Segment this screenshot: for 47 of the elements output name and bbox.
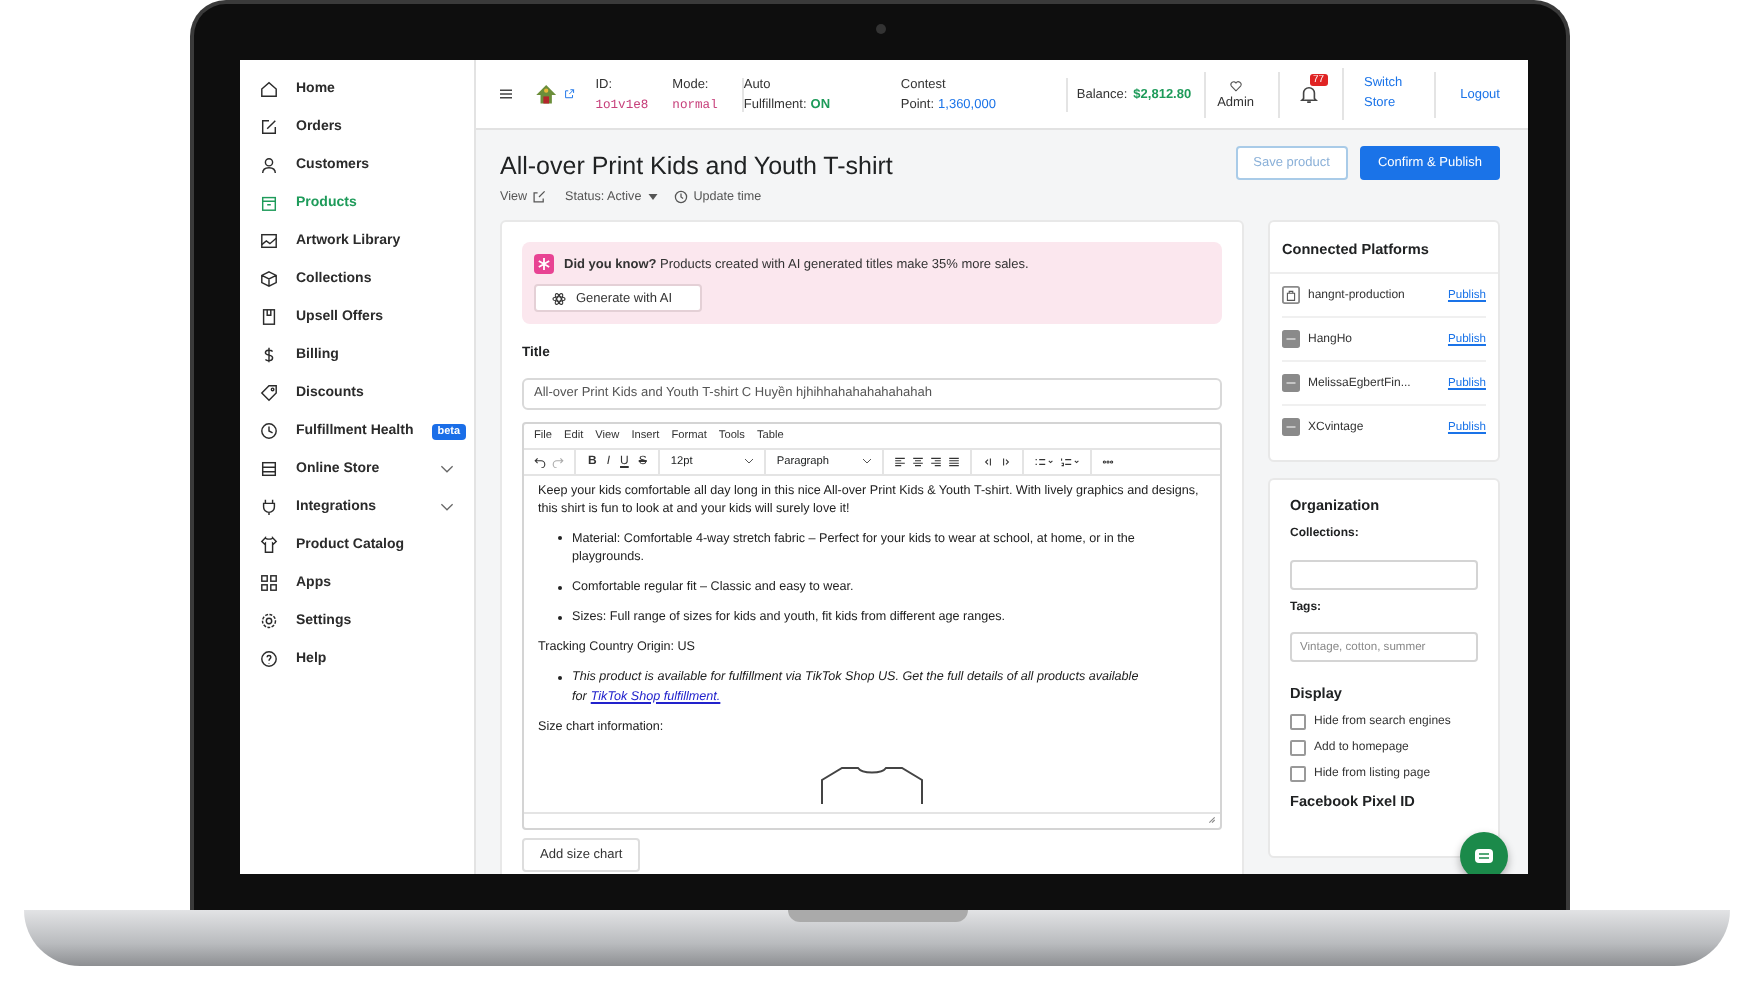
settings-icon xyxy=(260,612,278,630)
numbered-list-icon[interactable] xyxy=(1060,455,1081,467)
page-title: All-over Print Kids and Youth T-shirt xyxy=(500,152,893,180)
home-icon xyxy=(260,80,278,98)
help-icon xyxy=(260,650,278,668)
bullet-list-icon[interactable] xyxy=(1034,455,1055,467)
cube-icon xyxy=(260,270,278,288)
undo-icon[interactable] xyxy=(534,455,546,467)
checkbox[interactable] xyxy=(1290,714,1306,730)
clipboard-icon xyxy=(260,308,278,326)
menu-icon[interactable] xyxy=(500,88,513,100)
tshirt-icon xyxy=(260,536,278,554)
indent-icon[interactable] xyxy=(1000,455,1013,467)
camera-dot xyxy=(875,24,885,34)
align-center-icon[interactable] xyxy=(912,455,925,467)
logo-drawing xyxy=(532,81,561,107)
atom-icon xyxy=(552,291,566,305)
plug-icon xyxy=(260,498,278,516)
chat-icon xyxy=(1474,848,1494,864)
bell-icon[interactable] xyxy=(1300,84,1319,104)
edit-icon xyxy=(260,118,278,136)
resize-handle-icon[interactable] xyxy=(1208,816,1216,824)
person-icon xyxy=(260,156,278,174)
checkbox[interactable] xyxy=(1290,740,1306,756)
clock-icon xyxy=(673,190,688,204)
clock-icon xyxy=(260,422,278,440)
chat-button[interactable] xyxy=(1460,832,1508,874)
heart-icon xyxy=(1229,79,1242,91)
outdent-icon[interactable] xyxy=(982,455,995,467)
image-icon xyxy=(260,232,278,250)
more-icon[interactable] xyxy=(1102,455,1115,467)
collections-input[interactable] xyxy=(1290,559,1478,589)
align-left-icon[interactable] xyxy=(894,455,907,467)
sparkle-icon xyxy=(534,254,554,274)
external-link-icon[interactable] xyxy=(564,88,576,100)
external-link-icon xyxy=(531,190,546,204)
align-right-icon[interactable] xyxy=(930,455,943,467)
shopping-bag-icon xyxy=(1282,286,1300,304)
dollar-icon xyxy=(260,346,278,364)
chevron-icon xyxy=(862,458,873,464)
tag-icon xyxy=(260,384,278,402)
justify-icon[interactable] xyxy=(948,455,961,467)
checkbox[interactable] xyxy=(1290,766,1306,782)
chevron-icon xyxy=(744,458,755,464)
box-icon xyxy=(260,194,278,212)
caret-icon xyxy=(647,194,658,200)
grid-icon xyxy=(260,574,278,592)
